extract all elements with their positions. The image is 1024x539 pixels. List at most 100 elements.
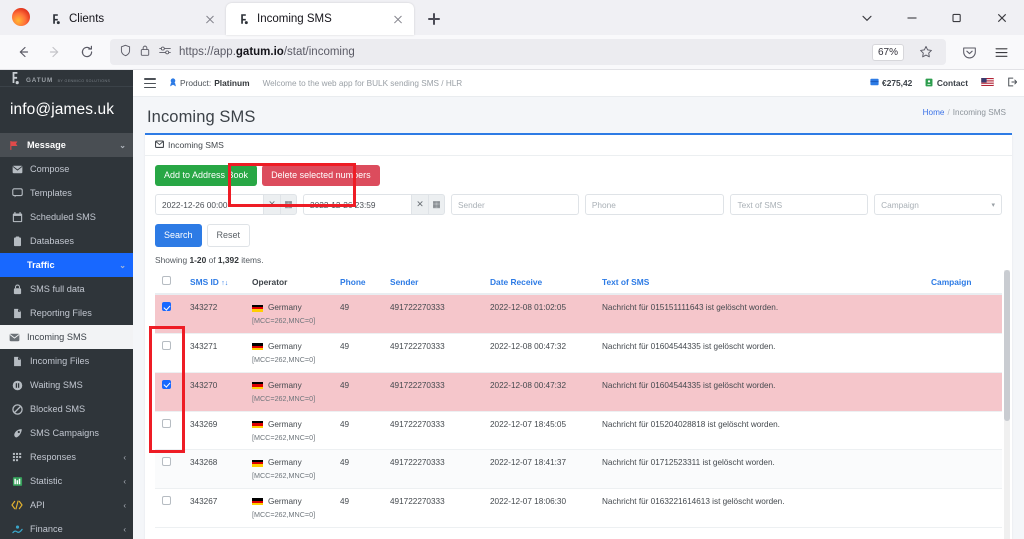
window-controls — [844, 0, 1024, 36]
balance-indicator[interactable]: €275,42 — [869, 78, 912, 88]
delete-selected-numbers-button[interactable]: Delete selected numbers — [262, 165, 380, 187]
date-to-clear-icon[interactable]: ✕ — [411, 194, 428, 216]
sender-input[interactable]: Sender — [451, 194, 579, 216]
table-row[interactable]: 343269 Germany [MCC=262,MNC=0] 49 4917222703… — [155, 411, 1002, 451]
sidebar-item-statistic[interactable]: Statistic ‹ — [0, 469, 133, 493]
table-row[interactable]: 343267 Germany [MCC=262,MNC=0] 49 4917222703… — [155, 488, 1002, 528]
page-scrollbar[interactable] — [1004, 270, 1010, 539]
campaign-select[interactable]: Campaign ▾ — [874, 194, 1002, 216]
select-all-checkbox[interactable] — [162, 276, 171, 286]
sidebar-item-sms-full-data[interactable]: SMS full data — [0, 277, 133, 301]
product-badge-icon — [169, 78, 177, 89]
sidebar-item-compose[interactable]: Compose — [0, 157, 133, 181]
finance-icon — [11, 523, 23, 535]
contact-card-icon — [925, 78, 933, 89]
contact-label: Contact — [936, 78, 968, 89]
date-to-input[interactable]: 2022-12-26 23:59 — [303, 194, 411, 216]
tab-incoming-sms-close-icon[interactable] — [390, 11, 406, 27]
row-sms-id: 343268 — [183, 449, 245, 490]
sidebar-item-message[interactable]: Message ⌄ — [0, 133, 133, 158]
row-phone: 49 — [333, 411, 383, 451]
sidebar-item-reporting-files-label: Reporting Files — [30, 308, 92, 319]
reset-button[interactable]: Reset — [206, 224, 251, 248]
row-checkbox[interactable] — [162, 496, 171, 506]
logout-button[interactable] — [1007, 77, 1018, 89]
date-to-calendar-icon[interactable]: ▦ — [428, 194, 445, 216]
sort-icon[interactable]: ↑↓ — [221, 280, 228, 287]
address-bar[interactable]: https://app.gatum.io/stat/incoming 67% — [110, 38, 946, 66]
row-campaign — [924, 488, 1002, 528]
incoming-sms-card: Incoming SMS Add to Address Book Delete … — [145, 133, 1012, 539]
column-header-operator: Operator — [245, 270, 333, 296]
sidebar-item-blocked-sms[interactable]: Blocked SMS — [0, 397, 133, 421]
sidebar-item-incoming-files[interactable]: Incoming Files — [0, 349, 133, 373]
sidebar-item-databases[interactable]: Databases — [0, 229, 133, 253]
tab-clients-close-icon[interactable] — [202, 11, 218, 27]
row-checkbox[interactable] — [162, 302, 171, 312]
zoom-level-indicator[interactable]: 67% — [871, 43, 904, 61]
permissions-icon[interactable] — [158, 44, 172, 60]
column-header-text-of-sms[interactable]: Text of SMS — [595, 270, 924, 296]
back-button[interactable] — [8, 38, 38, 66]
search-button[interactable]: Search — [155, 224, 202, 248]
sidebar-item-sms-campaigns[interactable]: SMS Campaigns — [0, 421, 133, 445]
welcome-message: Welcome to the web app for BULK sending … — [262, 78, 463, 88]
list-all-tabs-icon[interactable] — [844, 1, 889, 35]
save-to-pocket-icon[interactable] — [954, 38, 984, 66]
sidebar-item-sms-campaigns-label: SMS Campaigns — [30, 428, 99, 439]
sidebar-item-templates[interactable]: Templates — [0, 181, 133, 205]
column-header-phone[interactable]: Phone — [333, 270, 383, 296]
forward-button[interactable] — [40, 38, 70, 66]
date-to-group: 2022-12-26 23:59 ✕ ▦ — [303, 194, 445, 216]
application-menu-icon[interactable] — [986, 38, 1016, 66]
table-row[interactable]: 343270 Germany [MCC=262,MNC=0] 49 4917222703… — [155, 372, 1002, 412]
row-checkbox-cell — [155, 294, 183, 334]
envelope-icon — [11, 163, 23, 175]
table-row[interactable]: 343268 Germany [MCC=262,MNC=0] 49 4917222703… — [155, 449, 1002, 490]
text-of-sms-input[interactable]: Text of SMS — [730, 194, 869, 216]
sidebar-item-traffic[interactable]: Traffic ⌄ — [0, 253, 133, 278]
column-header-date-receive[interactable]: Date Receive — [483, 270, 595, 296]
sidebar-item-scheduled-sms[interactable]: Scheduled SMS — [0, 205, 133, 229]
close-window-button[interactable] — [979, 1, 1024, 35]
table-row[interactable]: 343271 Germany [MCC=262,MNC=0] 49 4917222703… — [155, 333, 1002, 373]
language-selector[interactable] — [981, 78, 994, 88]
database-icon — [11, 235, 23, 247]
sidebar-item-waiting-sms[interactable]: Waiting SMS — [0, 373, 133, 397]
tab-clients[interactable]: Clients — [38, 3, 226, 35]
date-from-input[interactable]: 2022-12-26 00:00 — [155, 194, 263, 216]
add-to-address-book-button[interactable]: Add to Address Book — [155, 165, 258, 187]
row-operator: Germany [MCC=262,MNC=0] — [245, 488, 333, 528]
date-from-clear-icon[interactable]: ✕ — [263, 194, 280, 216]
row-checkbox[interactable] — [162, 340, 171, 350]
column-header-sms-id[interactable]: SMS ID ↑↓ — [183, 270, 245, 296]
brand-logo[interactable]: GATUM BY GENMICO SOLUTIONS — [0, 70, 133, 88]
row-operator-mcc: [MCC=262,MNC=0] — [252, 316, 316, 326]
tab-incoming-sms[interactable]: Incoming SMS — [226, 3, 414, 36]
date-from-calendar-icon[interactable]: ▦ — [280, 194, 297, 216]
table-row[interactable]: 343272 Germany [MCC=262,MNC=0] 49 4917222703… — [155, 294, 1002, 334]
sidebar-item-responses[interactable]: Responses ‹ — [0, 445, 133, 469]
row-phone: 49 — [333, 488, 383, 528]
sidebar-item-finance[interactable]: Finance ‹ — [0, 517, 133, 539]
phone-input[interactable]: Phone — [584, 194, 725, 216]
minimize-button[interactable] — [889, 1, 934, 35]
breadcrumb-home[interactable]: Home — [923, 108, 945, 117]
contact-link[interactable]: Contact — [925, 78, 968, 89]
row-checkbox[interactable] — [162, 418, 171, 428]
column-header-campaign[interactable]: Campaign — [924, 270, 1002, 296]
maximize-button[interactable] — [934, 1, 979, 35]
sidebar-item-api[interactable]: API ‹ — [0, 493, 133, 517]
row-sms-id: 343272 — [183, 294, 245, 334]
sidebar-item-reporting-files[interactable]: Reporting Files — [0, 301, 133, 325]
page-scrollbar-thumb[interactable] — [1004, 270, 1010, 421]
new-tab-button[interactable] — [420, 5, 448, 33]
bookmark-star-icon[interactable] — [911, 38, 941, 66]
row-checkbox[interactable] — [162, 379, 171, 389]
sidebar-item-incoming-sms[interactable]: Incoming SMS — [0, 325, 133, 350]
row-checkbox[interactable] — [162, 457, 171, 467]
column-header-sender[interactable]: Sender — [383, 270, 483, 296]
hamburger-icon[interactable] — [144, 78, 156, 89]
reload-button[interactable] — [72, 38, 102, 66]
block-icon — [11, 403, 23, 415]
